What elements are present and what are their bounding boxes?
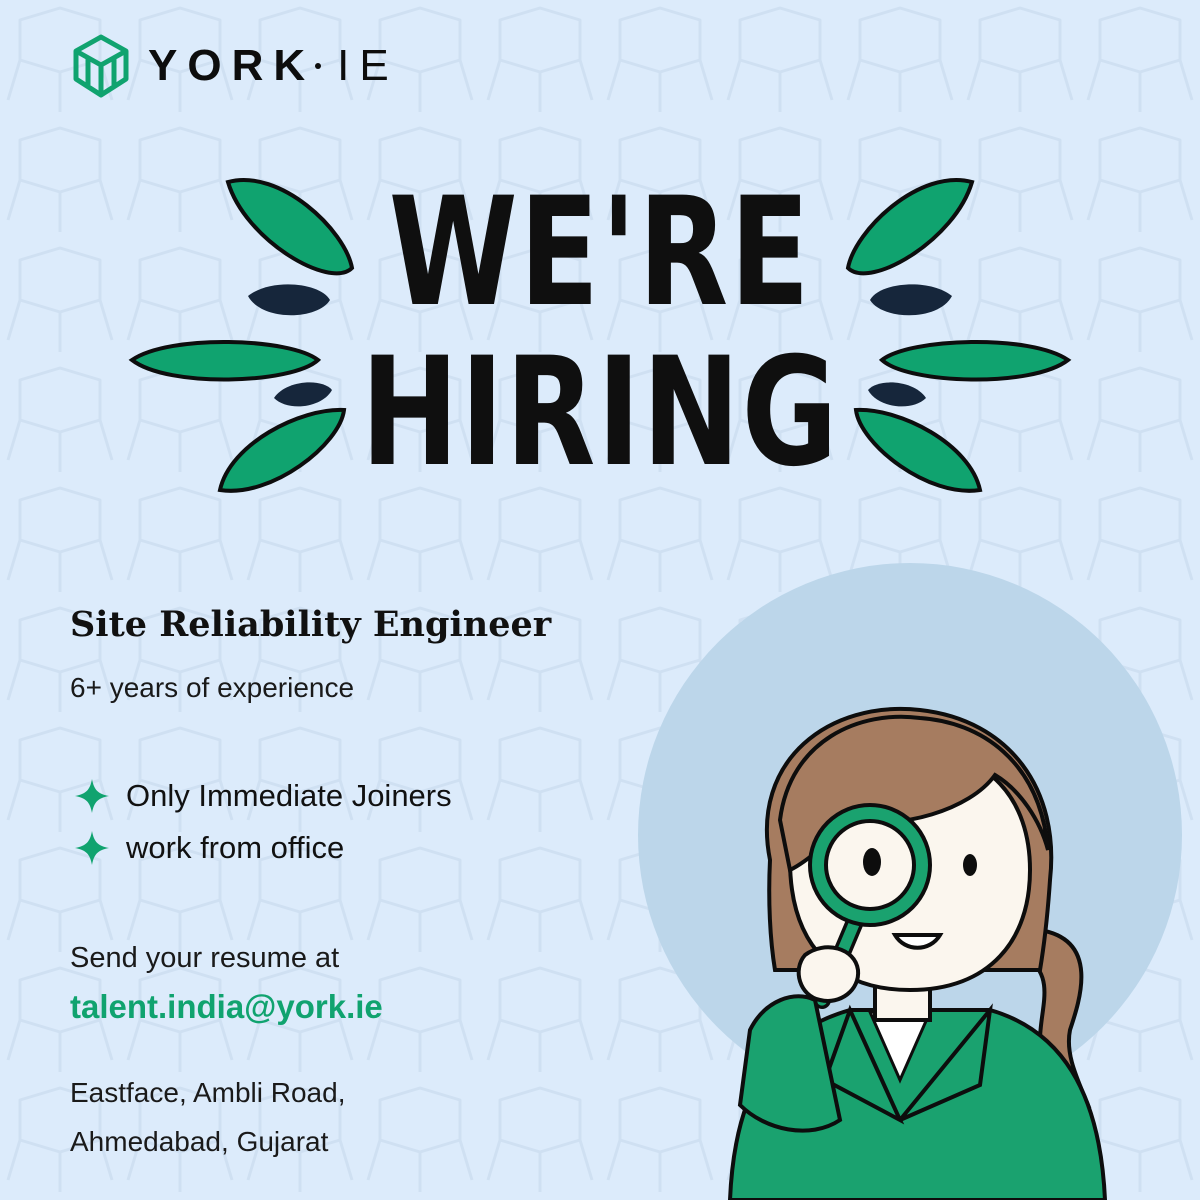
headline-line-1: WE'RE xyxy=(388,166,812,340)
list-item: Only Immediate Joiners xyxy=(72,770,452,822)
york-logo-icon xyxy=(73,34,129,98)
list-item: work from office xyxy=(72,822,452,874)
bullet-text: work from office xyxy=(126,830,345,865)
address-line-2: Ahmedabad, Gujarat xyxy=(70,1126,329,1157)
contact-email-link[interactable]: talent.india@york.ie xyxy=(70,988,383,1026)
hand xyxy=(796,945,861,1003)
job-title: Site Reliability Engineer xyxy=(70,604,552,645)
york-ie-logo: YORK IE xyxy=(70,28,450,104)
experience-requirement: 6+ years of experience xyxy=(70,672,355,703)
sparkle-icon xyxy=(75,831,109,865)
office-address: Eastface, Ambli Road, Ahmedabad, Gujarat xyxy=(70,1068,345,1166)
logo-wordmark: YORK IE xyxy=(148,41,399,91)
woman-with-magnifier-illustration xyxy=(638,563,1182,1200)
bullet-text: Only Immediate Joiners xyxy=(126,778,452,813)
sparkle-icon xyxy=(75,779,109,813)
logo-suffix: IE xyxy=(337,41,399,90)
eye-magnified xyxy=(863,848,881,876)
send-resume-label: Send your resume at xyxy=(70,942,340,974)
hiring-headline: WE'RE HIRING xyxy=(120,160,1080,510)
address-line-1: Eastface, Ambli Road, xyxy=(70,1077,346,1108)
logo-name: YORK xyxy=(148,41,316,90)
eye-right xyxy=(963,854,977,876)
logo-dot xyxy=(315,63,322,69)
headline-line-2: HIRING xyxy=(360,326,840,500)
job-bullet-list: Only Immediate Joiners work from office xyxy=(72,770,452,874)
